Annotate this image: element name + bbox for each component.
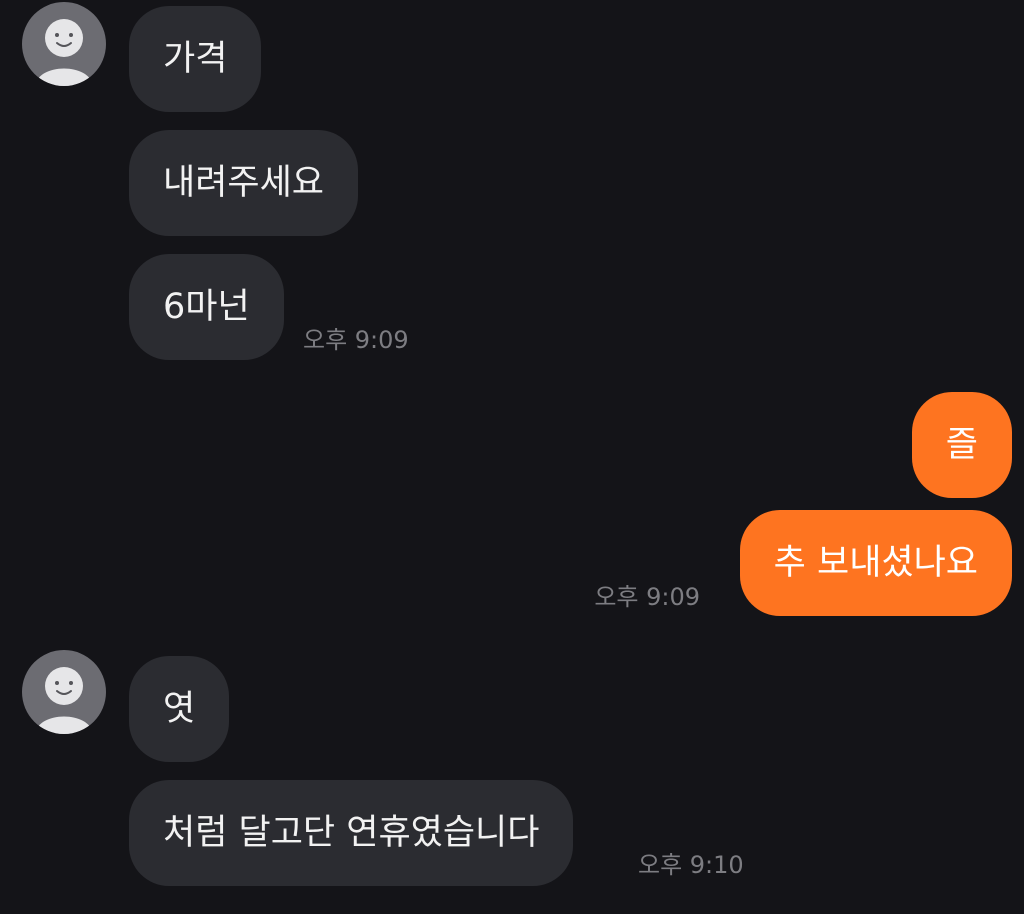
default-person-icon bbox=[35, 19, 93, 86]
incoming-message[interactable]: 엿 bbox=[129, 656, 230, 762]
incoming-message[interactable]: 6마넌 bbox=[129, 254, 284, 360]
message-timestamp: 오후 9:09 bbox=[303, 326, 409, 354]
incoming-message[interactable]: 가격 bbox=[129, 6, 262, 112]
default-person-icon bbox=[35, 667, 93, 734]
sender-avatar[interactable] bbox=[22, 650, 106, 734]
outgoing-message[interactable]: 추 보내셨나요 bbox=[739, 510, 1012, 616]
sender-avatar[interactable] bbox=[22, 2, 106, 86]
message-timestamp: 오후 9:09 bbox=[594, 583, 700, 611]
message-timestamp: 오후 9:10 bbox=[638, 851, 744, 879]
incoming-message[interactable]: 내려주세요 bbox=[129, 130, 359, 236]
outgoing-message[interactable]: 즐 bbox=[911, 392, 1012, 498]
incoming-message[interactable]: 처럼 달고단 연휴였습니다 bbox=[129, 780, 574, 886]
